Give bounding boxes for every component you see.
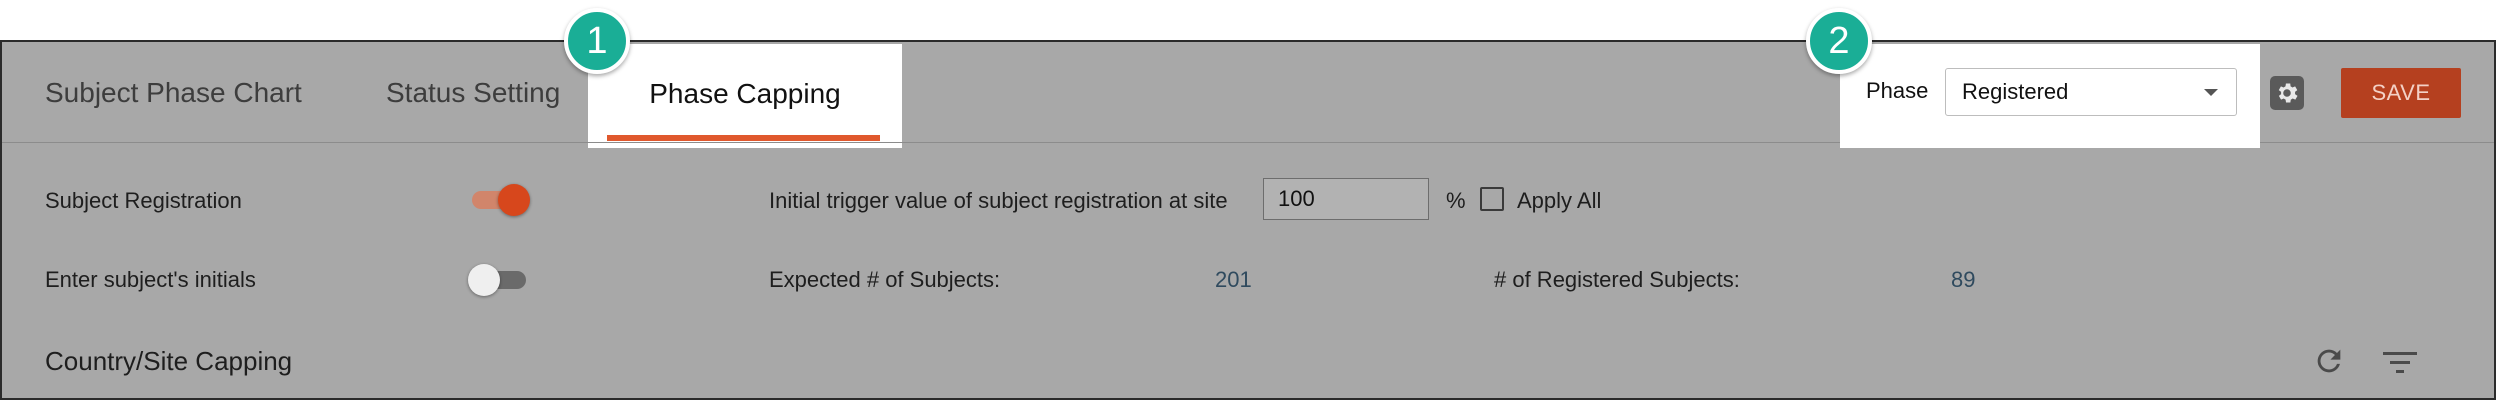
toggle-knob (498, 184, 530, 216)
tab-status-setting[interactable]: Status Setting (386, 40, 560, 146)
subject-initials-toggle[interactable] (468, 262, 530, 296)
expected-subjects-value: 201 (1215, 267, 1252, 292)
tab-phase-capping[interactable]: Phase Capping (588, 44, 902, 148)
phase-select-value: Registered (1962, 79, 2069, 104)
active-tab-indicator (607, 135, 880, 141)
trigger-value-text: 100 (1278, 186, 1315, 211)
apply-all-label: Apply All (1517, 188, 1602, 213)
expected-subjects-label: Expected # of Subjects: (769, 267, 1001, 292)
save-button[interactable]: SAVE (2341, 68, 2461, 118)
step-badge-1: 1 (564, 8, 630, 74)
step-badge-2: 2 (1806, 8, 1872, 74)
registered-subjects-value: 89 (1951, 267, 1976, 292)
subject-registration-toggle[interactable] (472, 182, 530, 216)
refresh-icon[interactable] (2312, 344, 2346, 383)
registered-subjects-label: # of Registered Subjects: (1494, 267, 1740, 292)
trigger-value-input[interactable]: 100 (1263, 178, 1429, 220)
filter-icon[interactable] (2383, 348, 2417, 381)
tab-label: Phase Capping (649, 78, 841, 109)
subject-initials-label: Enter subject's initials (45, 267, 256, 292)
percent-label: % (1446, 188, 1466, 213)
country-site-capping-title: Country/Site Capping (45, 346, 293, 376)
subject-registration-label: Subject Registration (45, 188, 242, 213)
tab-label: Subject Phase Chart (45, 77, 302, 108)
gear-icon[interactable] (2270, 76, 2304, 110)
phase-label: Phase (1866, 78, 1929, 103)
tab-subject-phase-chart[interactable]: Subject Phase Chart (45, 40, 302, 146)
toggle-knob (468, 264, 500, 296)
trigger-value-label: Initial trigger value of subject registr… (769, 188, 1228, 213)
tab-label: Status Setting (386, 77, 561, 108)
chevron-down-icon (2204, 89, 2218, 96)
apply-all-checkbox[interactable] (1480, 187, 1504, 211)
phase-select[interactable]: Registered (1945, 68, 2237, 116)
